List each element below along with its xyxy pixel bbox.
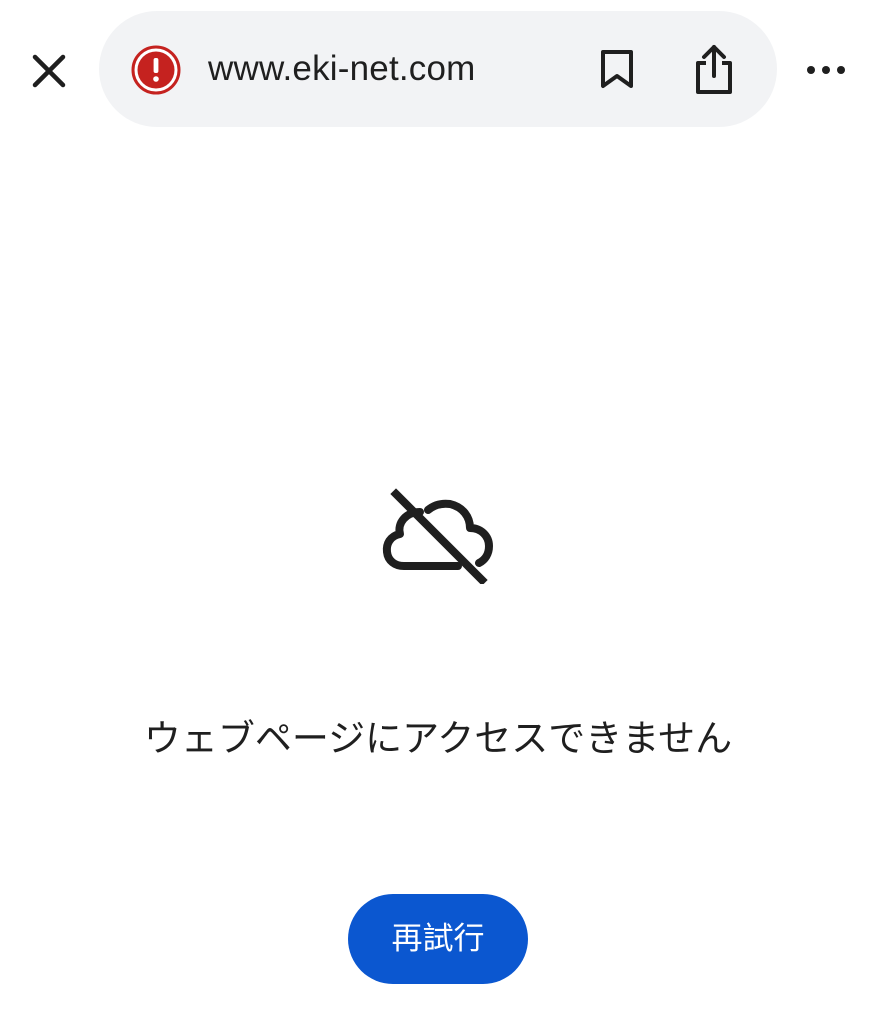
share-button[interactable] — [685, 39, 743, 99]
browser-error-page: www.eki-net.com ウェブページにアクセスできません 再試行 — [0, 0, 876, 1024]
close-button[interactable] — [22, 44, 76, 98]
share-icon — [696, 45, 732, 94]
error-message: ウェブページにアクセスできません — [143, 717, 733, 760]
retry-button[interactable]: 再試行 — [348, 894, 528, 984]
warning-icon[interactable] — [131, 45, 181, 95]
more-horizontal-icon — [807, 66, 845, 74]
close-icon — [32, 54, 66, 88]
address-bar[interactable]: www.eki-net.com — [99, 11, 777, 127]
url-text[interactable]: www.eki-net.com — [208, 47, 476, 91]
more-menu-button[interactable] — [798, 44, 854, 96]
bookmark-button[interactable] — [589, 41, 645, 97]
cloud-off-icon — [382, 488, 493, 584]
bookmark-icon — [601, 50, 633, 88]
